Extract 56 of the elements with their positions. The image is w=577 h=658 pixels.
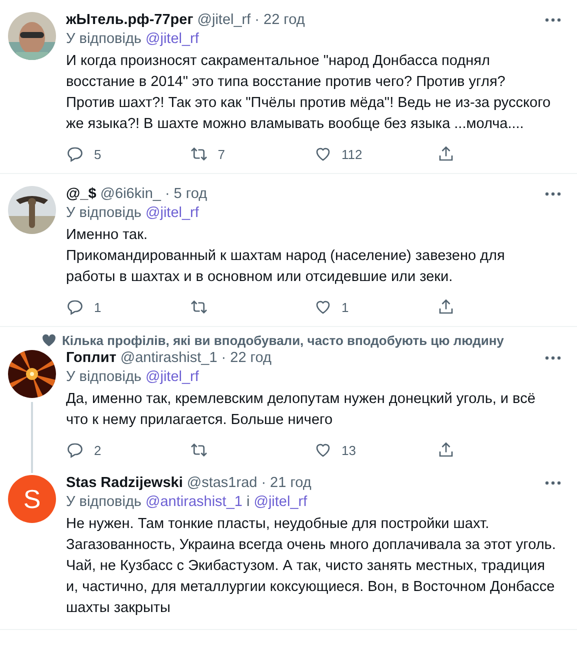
share-icon[interactable] <box>437 298 456 316</box>
more-icon[interactable] <box>545 481 561 485</box>
post-time[interactable]: 22 год <box>230 350 272 366</box>
heart-icon <box>42 334 56 347</box>
post-time[interactable]: 5 год <box>174 186 208 202</box>
share-icon[interactable] <box>437 441 456 459</box>
mention-link[interactable]: @jitel_rf <box>146 369 199 385</box>
social-context: Кілька профілів, які ви вподобували, часто вподобують цю людину <box>62 333 504 348</box>
count: 2 <box>94 442 102 458</box>
mention-link[interactable]: @jitel_rf <box>146 205 199 221</box>
more-icon[interactable] <box>545 18 561 22</box>
user-handle[interactable]: @stas1rad <box>186 475 258 491</box>
count: 7 <box>218 146 225 162</box>
avatar[interactable]: S <box>8 475 56 523</box>
separator-dot: · <box>164 186 170 202</box>
mention-link[interactable]: @jitel_rf <box>254 494 308 510</box>
count: 13 <box>342 442 356 458</box>
count: 1 <box>94 300 102 314</box>
user-name[interactable]: Гоплит <box>66 350 116 366</box>
heart-icon[interactable] <box>314 441 332 459</box>
post-text: Да, именно так, кремлевским делопутам нужен донецкий уголь, и всё что к нему прилагается. Больше ничего <box>66 390 536 430</box>
separator-dot: · <box>254 12 260 28</box>
reply-line: У відповідь @jitel_rf <box>66 205 200 221</box>
count: 112 <box>342 146 362 162</box>
post-text: Не нужен. Там тонкие пласты, неудобные для постройки шахт. Загазованность, Украина всегда очень много доплачивала за этот уголь. Чай, не Кузбасс с Экибастузом. А так, чисто занять местных, традиция и, частично, для металлургии коксующиеся. Вон, в Восточном Донбассе шахты закрыты <box>66 515 557 618</box>
mention-link[interactable]: @antirashist_1 <box>146 494 242 510</box>
share-icon[interactable] <box>437 145 456 163</box>
thread-line <box>31 402 33 473</box>
retweet-icon[interactable] <box>190 441 208 459</box>
reply-icon[interactable] <box>66 441 84 459</box>
reply-line: У відповідь @jitel_rf <box>66 369 200 385</box>
more-icon[interactable] <box>545 356 561 360</box>
user-handle[interactable]: @6i6kin_ <box>100 186 161 202</box>
user-name[interactable]: @_$ <box>66 186 96 202</box>
reply-line: У відповідь @jitel_rf <box>66 31 200 47</box>
user-handle[interactable]: @antirashist_1 <box>120 350 218 366</box>
retweet-icon[interactable] <box>190 298 208 316</box>
count: 1 <box>342 300 349 314</box>
reply-icon[interactable] <box>66 145 84 163</box>
reply-icon[interactable] <box>66 298 84 316</box>
separator-dot: · <box>221 350 226 366</box>
post-text: И когда произносят сакраментальное "народ Донбасса поднял восстание в 2014" это типа восстание против чего? Против угля? Против шахт?! Так это как "Пчёлы против мёда"! Ведь не из-за русского же языка?! В шахте можно вламывать вообще без языка ...молча.... <box>66 52 552 134</box>
count: 5 <box>94 146 102 162</box>
post-text: Именно так. Прикомандированный к шахтам народ (население) завезено для работы в шахтах и в основном или отсидевшие или зеки. <box>66 226 506 287</box>
user-handle[interactable]: @jitel_rf <box>197 12 251 28</box>
heart-icon[interactable] <box>314 298 332 316</box>
post-time[interactable]: 22 год <box>264 12 305 28</box>
reply-line: У відповідь @antirashist_1 і @jitel_rf <box>66 494 308 510</box>
user-name[interactable]: жЫтель.рф-77рег <box>66 12 194 28</box>
mention-link[interactable]: @jitel_rf <box>146 31 199 47</box>
separator-dot: · <box>261 475 266 491</box>
heart-icon[interactable] <box>314 145 332 163</box>
user-name[interactable]: Stas Radzijewski <box>66 475 183 491</box>
post-time[interactable]: 21 год <box>270 475 312 491</box>
retweet-icon[interactable] <box>190 145 208 163</box>
more-icon[interactable] <box>545 192 561 196</box>
